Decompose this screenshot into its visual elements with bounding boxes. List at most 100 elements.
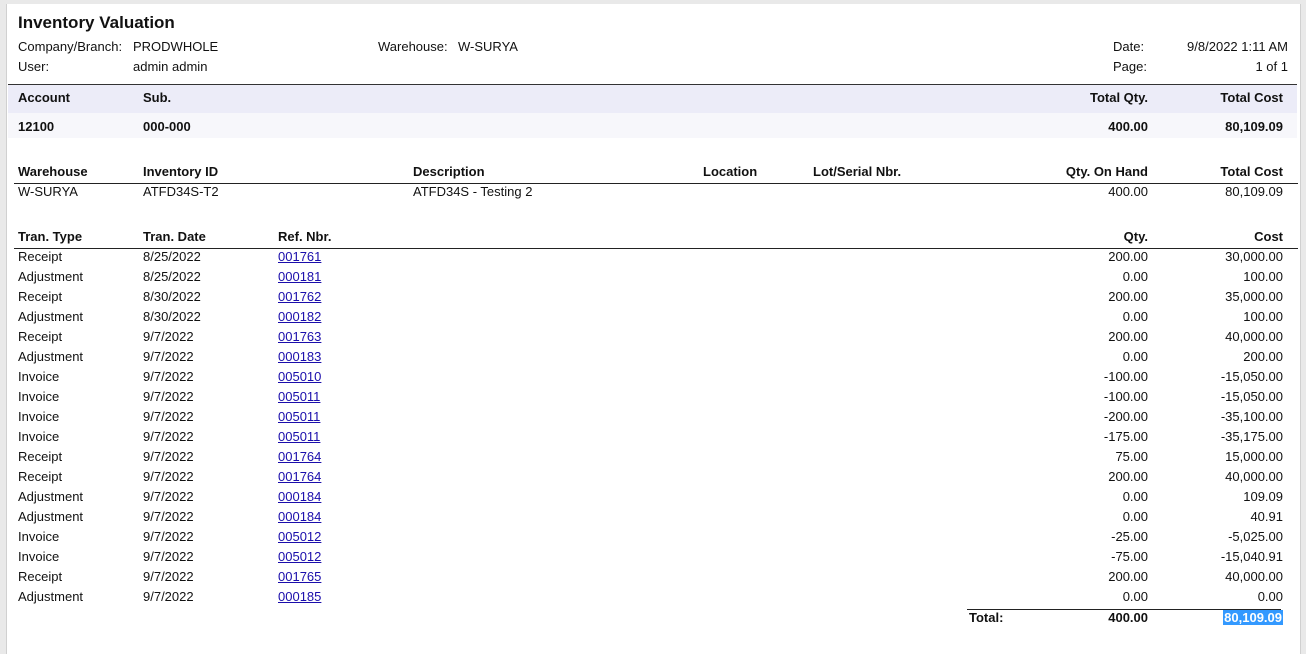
- tran-type: Receipt: [18, 469, 63, 484]
- tran-type: Receipt: [18, 449, 63, 464]
- tran-date: 9/7/2022: [143, 569, 194, 584]
- qty-column-header: Qty.: [1123, 229, 1148, 244]
- ref-nbr-link[interactable]: 000182: [278, 309, 321, 324]
- tran-cost: 100.00: [1243, 269, 1283, 284]
- tran-type: Receipt: [18, 569, 63, 584]
- total-cost-selected-text[interactable]: 80,109.09: [1223, 610, 1283, 625]
- report-title: Inventory Valuation: [18, 13, 175, 32]
- tran-date: 8/30/2022: [143, 289, 201, 304]
- tran-type: Invoice: [18, 369, 60, 384]
- tran-qty: -100.00: [1103, 369, 1148, 384]
- ref-nbr-link[interactable]: 001762: [278, 289, 321, 304]
- item-inventory-id: ATFD34S-T2: [143, 184, 219, 199]
- tran-type: Invoice: [18, 409, 60, 424]
- warehouse-value: W-SURYA: [458, 39, 518, 54]
- ref-nbr-link[interactable]: 001765: [278, 569, 321, 584]
- warehouse-label: Warehouse:: [378, 39, 448, 54]
- company-value: PRODWHOLE: [133, 39, 219, 54]
- tran-cost: -15,050.00: [1220, 389, 1283, 404]
- tran-type: Receipt: [18, 329, 63, 344]
- tran-qty: 0.00: [1122, 509, 1148, 524]
- sub-account: 000-000: [143, 119, 191, 134]
- ref-nbr-link[interactable]: 005010: [278, 369, 321, 384]
- tran-header-divider: [14, 248, 1298, 249]
- tran-date: 9/7/2022: [143, 409, 194, 424]
- item-warehouse: W-SURYA: [18, 184, 78, 199]
- total-cost-column-header: Total Cost: [1220, 90, 1283, 105]
- ref-nbr-link[interactable]: 005011: [278, 409, 320, 424]
- tran-date: 9/7/2022: [143, 389, 194, 404]
- account-total-qty: 400.00: [1108, 119, 1148, 134]
- total-qty-column-header: Total Qty.: [1089, 90, 1148, 105]
- ref-nbr-link[interactable]: 001761: [278, 249, 321, 264]
- tran-date: 8/25/2022: [143, 269, 201, 284]
- tran-date: 8/30/2022: [143, 309, 201, 324]
- ref-nbr-link[interactable]: 005011: [278, 389, 320, 404]
- tran-type: Adjustment: [18, 309, 84, 324]
- total-qty: 400.00: [1108, 610, 1148, 625]
- tran-cost: 15,000.00: [1225, 449, 1283, 464]
- tran-qty: 200.00: [1108, 569, 1148, 584]
- tran-date: 9/7/2022: [143, 349, 194, 364]
- tran-cost: 100.00: [1243, 309, 1283, 324]
- ref-nbr-link[interactable]: 005012: [278, 549, 321, 564]
- ref-nbr-link[interactable]: 000183: [278, 349, 321, 364]
- tran-qty: 0.00: [1122, 269, 1148, 284]
- ref-nbr-link[interactable]: 000181: [278, 269, 321, 284]
- tran-cost: 40,000.00: [1225, 329, 1283, 344]
- company-label: Company/Branch:: [18, 39, 123, 54]
- tran-date: 9/7/2022: [143, 589, 194, 604]
- tran-date: 8/25/2022: [143, 249, 201, 264]
- location-column-header: Location: [703, 164, 758, 179]
- tran-qty: -175.00: [1103, 429, 1148, 444]
- tran-cost: 109.09: [1243, 489, 1283, 504]
- account-number: 12100: [18, 119, 55, 134]
- tran-qty: -100.00: [1103, 389, 1148, 404]
- qty-on-hand-column-header: Qty. On Hand: [1065, 164, 1148, 179]
- tran-date: 9/7/2022: [143, 529, 194, 544]
- tran-type: Invoice: [18, 549, 60, 564]
- user-value: admin admin: [133, 59, 208, 74]
- tran-date: 9/7/2022: [143, 549, 194, 564]
- ref-nbr-link[interactable]: 000184: [278, 509, 321, 524]
- ref-nbr-link[interactable]: 001763: [278, 329, 321, 344]
- tran-qty: 0.00: [1122, 489, 1148, 504]
- tran-cost: -15,050.00: [1220, 369, 1283, 384]
- tran-type: Adjustment: [18, 489, 84, 504]
- tran-type: Invoice: [18, 389, 60, 404]
- tran-type: Invoice: [18, 529, 60, 544]
- tran-qty: 200.00: [1108, 249, 1148, 264]
- tran-cost: 35,000.00: [1225, 289, 1283, 304]
- tran-cost: 40,000.00: [1225, 569, 1283, 584]
- ref-nbr-link[interactable]: 000185: [278, 589, 321, 604]
- ref-nbr-link[interactable]: 005012: [278, 529, 321, 544]
- tran-qty: 75.00: [1115, 449, 1148, 464]
- total-cost: 80,109.09: [1223, 610, 1283, 625]
- account-total-cost: 80,109.09: [1225, 119, 1283, 134]
- ref-nbr-link[interactable]: 001764: [278, 449, 321, 464]
- sub-column-header: Sub.: [143, 90, 172, 105]
- item-total-cost: 80,109.09: [1225, 184, 1283, 199]
- total-label: Total:: [969, 610, 1004, 625]
- tran-qty: -75.00: [1111, 549, 1148, 564]
- tran-type: Adjustment: [18, 589, 84, 604]
- account-row-band: [8, 113, 1297, 138]
- ref-nbr-link[interactable]: 005011: [278, 429, 320, 444]
- tran-date: 9/7/2022: [143, 429, 194, 444]
- ref-nbr-link[interactable]: 000184: [278, 489, 321, 504]
- cost-column-header: Cost: [1254, 229, 1283, 244]
- tran-qty: 200.00: [1108, 469, 1148, 484]
- item-qty-on-hand: 400.00: [1108, 184, 1148, 199]
- tran-cost: -15,040.91: [1220, 549, 1283, 564]
- tran-cost: 0.00: [1257, 589, 1283, 604]
- tran-qty: 0.00: [1122, 589, 1148, 604]
- lot-serial-column-header: Lot/Serial Nbr.: [813, 164, 902, 179]
- user-label: User:: [18, 59, 50, 74]
- tran-cost: 200.00: [1243, 349, 1283, 364]
- tran-date: 9/7/2022: [143, 489, 194, 504]
- tran-cost: -35,175.00: [1220, 429, 1283, 444]
- tran-date: 9/7/2022: [143, 509, 194, 524]
- item-total-cost-column-header: Total Cost: [1220, 164, 1283, 179]
- ref-nbr-link[interactable]: 001764: [278, 469, 321, 484]
- tran-type: Adjustment: [18, 349, 84, 364]
